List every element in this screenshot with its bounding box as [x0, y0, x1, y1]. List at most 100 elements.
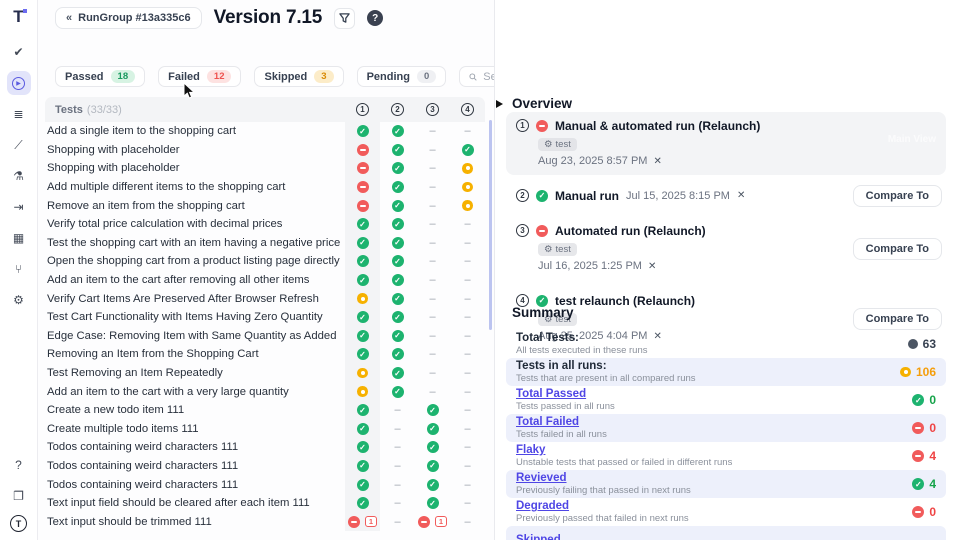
- status-none-icon: –: [429, 181, 435, 193]
- compare-to-button[interactable]: Compare To: [853, 185, 942, 207]
- status-cell: ✓: [912, 478, 924, 490]
- filter-chip-passed[interactable]: Passed18: [55, 66, 145, 87]
- summary-value-number: 63: [923, 337, 936, 351]
- test-row[interactable]: Todos containing weird characters 111✓–✓…: [45, 457, 485, 476]
- summary-row-value: ✓0: [912, 393, 936, 407]
- column-header-1[interactable]: 1: [345, 97, 380, 122]
- summary-row-label[interactable]: Total Failed: [516, 416, 912, 429]
- test-row[interactable]: Removing an Item from the Shopping Cart✓…: [45, 345, 485, 364]
- status-cell: ✓: [462, 144, 474, 156]
- wand-icon[interactable]: ⟋: [7, 133, 31, 157]
- help-icon[interactable]: ?: [7, 453, 31, 477]
- status-cell: –: [429, 311, 435, 323]
- page-title: Version 7.15: [214, 7, 323, 29]
- comment-badge[interactable]: 1: [365, 516, 377, 527]
- collapse-panel-icon[interactable]: [496, 100, 503, 108]
- test-row[interactable]: Verify total price calculation with deci…: [45, 215, 485, 234]
- test-row[interactable]: Open the shopping cart from a product li…: [45, 252, 485, 271]
- run-item[interactable]: 1Manual & automated run (Relaunch)⚙testA…: [506, 112, 946, 175]
- summary-row-label[interactable]: Revieved: [516, 472, 912, 485]
- test-status-col2: ✓: [380, 234, 415, 253]
- test-row[interactable]: Shopping with placeholder✓–: [45, 159, 485, 178]
- status-pass-icon: ✓: [357, 348, 369, 360]
- compare-to-button[interactable]: Compare To: [853, 308, 942, 330]
- filter-chip-pending[interactable]: Pending0: [357, 66, 447, 87]
- runs-icon[interactable]: ▶: [7, 71, 31, 95]
- user-logo-badge[interactable]: T: [10, 515, 27, 532]
- status-fail-icon: [357, 200, 369, 212]
- test-row[interactable]: Add an item to the cart with a very larg…: [45, 382, 485, 401]
- test-name: Edge Case: Removing Item with Same Quant…: [45, 330, 336, 342]
- summary-row-label[interactable]: Total Passed: [516, 388, 912, 401]
- compare-to-button[interactable]: Compare To: [853, 238, 942, 260]
- test-status-col3: –: [415, 271, 450, 290]
- status-cell: [357, 293, 368, 304]
- status-none-icon: –: [464, 237, 470, 249]
- status-pass-icon: ✓: [392, 311, 404, 323]
- status-skip-icon: [357, 386, 368, 397]
- summary-row-label[interactable]: Degraded: [516, 500, 912, 513]
- branch-icon[interactable]: ⑂: [7, 257, 31, 281]
- status-cell: ✓: [357, 274, 369, 286]
- run-title: Automated run (Relaunch): [555, 224, 706, 238]
- filter-chip-skipped[interactable]: Skipped3: [254, 66, 343, 87]
- close-icon[interactable]: ✕: [737, 190, 745, 201]
- test-row[interactable]: Shopping with placeholder✓–✓: [45, 141, 485, 160]
- close-icon[interactable]: ✕: [653, 156, 661, 167]
- column-header-2[interactable]: 2: [380, 97, 415, 122]
- test-row[interactable]: Text input field should be cleared after…: [45, 494, 485, 513]
- report-icon[interactable]: ▦: [7, 226, 31, 250]
- rungroup-back-button[interactable]: « RunGroup #13a335c6: [55, 7, 202, 29]
- column-header-4[interactable]: 4: [450, 97, 485, 122]
- status-cell: ✓: [357, 237, 369, 249]
- summary-heading: Summary: [512, 305, 574, 320]
- test-row[interactable]: Create multiple todo items 111✓–✓–: [45, 420, 485, 439]
- column-header-3[interactable]: 3: [415, 97, 450, 122]
- test-name: Text input field should be cleared after…: [45, 497, 310, 509]
- status-none-icon: –: [464, 497, 470, 509]
- run-item[interactable]: 3Automated run (Relaunch)⚙testJul 16, 20…: [506, 217, 946, 280]
- main-view-ghost-button[interactable]: Main View: [888, 134, 936, 145]
- test-status-col1: ✓: [345, 234, 380, 253]
- summary-row-value: 63: [908, 337, 936, 351]
- test-row[interactable]: Add an item to the cart after removing a…: [45, 271, 485, 290]
- panel-scrollbar[interactable]: [489, 120, 492, 330]
- summary-row-label[interactable]: Flaky: [516, 444, 912, 457]
- test-row[interactable]: Test Removing an Item Repeatedly✓––: [45, 364, 485, 383]
- test-row[interactable]: Verify Cart Items Are Preserved After Br…: [45, 289, 485, 308]
- status-cell: –: [394, 404, 400, 416]
- gear-icon[interactable]: ⚙: [7, 288, 31, 312]
- summary-row-label[interactable]: Skipped: [516, 534, 936, 540]
- filter-funnel-button[interactable]: [334, 8, 355, 29]
- checklist-icon[interactable]: ≣: [7, 102, 31, 126]
- check-icon[interactable]: ✔: [7, 40, 31, 64]
- test-row[interactable]: Create a new todo item 111✓–✓–: [45, 401, 485, 420]
- test-status-col4: –: [450, 327, 485, 346]
- test-row[interactable]: Add a single item to the shopping cart✓✓…: [45, 122, 485, 141]
- comment-badge[interactable]: 1: [435, 516, 447, 527]
- test-status-col2: –: [380, 438, 415, 457]
- filter-chip-failed[interactable]: Failed12: [158, 66, 241, 87]
- run-tag-chip[interactable]: ⚙test: [538, 243, 577, 256]
- test-row[interactable]: Remove an item from the shopping cart✓–: [45, 196, 485, 215]
- test-row[interactable]: Edge Case: Removing Item with Same Quant…: [45, 327, 485, 346]
- status-cell: –: [464, 218, 470, 230]
- help-circle-icon[interactable]: ?: [367, 10, 383, 26]
- test-row[interactable]: Todos containing weird characters 111✓–✓…: [45, 438, 485, 457]
- test-row[interactable]: Add multiple different items to the shop…: [45, 178, 485, 197]
- test-row[interactable]: Test Cart Functionality with Items Havin…: [45, 308, 485, 327]
- close-icon[interactable]: ✕: [648, 261, 656, 272]
- test-row[interactable]: Todos containing weird characters 111✓–✓…: [45, 475, 485, 494]
- status-cell: ✓: [392, 218, 404, 230]
- run-item[interactable]: 2✓Manual runJul 15, 2025 8:15 PM✕Compare…: [506, 182, 946, 210]
- import-icon[interactable]: ⇥: [7, 195, 31, 219]
- status-cell: –: [429, 237, 435, 249]
- status-none-icon: –: [464, 367, 470, 379]
- status-cell: [462, 200, 473, 211]
- library-icon[interactable]: ❐: [7, 484, 31, 508]
- test-row[interactable]: Test the shopping cart with an item havi…: [45, 234, 485, 253]
- test-status-col1: ✓: [345, 252, 380, 271]
- test-row[interactable]: Text input should be trimmed 1111–1–: [45, 512, 485, 531]
- run-tag-chip[interactable]: ⚙test: [538, 138, 577, 151]
- test-tube-icon[interactable]: ⚗: [7, 164, 31, 188]
